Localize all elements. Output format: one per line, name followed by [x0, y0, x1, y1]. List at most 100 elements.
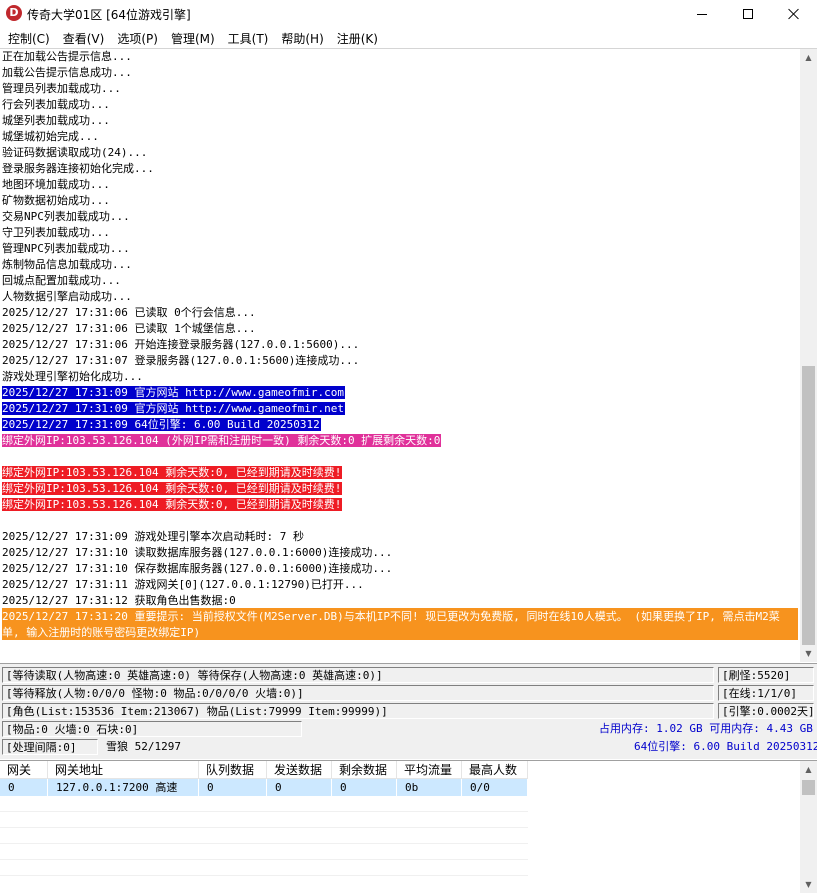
- scroll-up-icon[interactable]: ▲: [800, 761, 817, 778]
- col-gateway[interactable]: 网关: [0, 761, 48, 779]
- log-line: 绑定外网IP:103.53.126.104 (外网IP需和注册时一致) 剩余天数…: [2, 432, 798, 448]
- log-line: 2025/12/27 17:31:10 保存数据库服务器(127.0.0.1:6…: [2, 560, 798, 576]
- col-sent-data[interactable]: 发送数据: [267, 761, 332, 779]
- status-engine-time: [引擎:0.0002天]: [718, 703, 815, 719]
- log-line: 2025/12/27 17:31:11 游戏网关[0](127.0.0.1:12…: [2, 576, 798, 592]
- log-line-text: 2025/12/27 17:31:09 游戏处理引擎本次启动耗时: 7 秒: [2, 530, 304, 543]
- log-line: 正在加载公告提示信息...: [2, 49, 798, 64]
- log-line-text: 游戏处理引擎初始化成功...: [2, 370, 143, 383]
- menu-help[interactable]: 帮助(H): [281, 28, 323, 47]
- empty-grid-row: [0, 860, 528, 876]
- cell-gateway: 0: [0, 779, 48, 796]
- menu-manage[interactable]: 管理(M): [171, 28, 215, 47]
- log-line-text: 城堡列表加载成功...: [2, 114, 110, 127]
- log-line: 守卫列表加载成功...: [2, 224, 798, 240]
- log-line: 绑定外网IP:103.53.126.104 剩余天数:0, 已经到期请及时续费!: [2, 480, 798, 496]
- scroll-down-icon[interactable]: ▼: [800, 645, 817, 662]
- cell-sent-data: 0: [267, 779, 332, 796]
- log-line-text: 绑定外网IP:103.53.126.104 剩余天数:0, 已经到期请及时续费!: [2, 482, 343, 495]
- log-line: 2025/12/27 17:31:09 官方网站 http://www.game…: [2, 400, 798, 416]
- scrollbar-thumb[interactable]: [802, 366, 815, 645]
- log-line: 2025/12/27 17:31:06 已读取 1个城堡信息...: [2, 320, 798, 336]
- status-refresh-monster: [刷怪:5520]: [718, 667, 814, 683]
- menu-view[interactable]: 查看(V): [63, 28, 105, 47]
- cell-remaining-data: 0: [332, 779, 397, 796]
- log-line: 2025/12/27 17:31:09 游戏处理引擎本次启动耗时: 7 秒: [2, 528, 798, 544]
- log-line-text: 交易NPC列表加载成功...: [2, 210, 130, 223]
- log-line-text: 2025/12/27 17:31:06 已读取 1个城堡信息...: [2, 322, 256, 335]
- log-line-text: 加载公告提示信息成功...: [2, 66, 132, 79]
- window-title: 传奇大学01区 [64位游戏引擎]: [27, 8, 191, 22]
- log-line-text: 2025/12/27 17:31:07 登录服务器(127.0.0.1:5600…: [2, 354, 360, 367]
- log-line-text: 行会列表加载成功...: [2, 98, 110, 111]
- log-panel[interactable]: 正在加载公告提示信息... 加载公告提示信息成功... 管理员列表加载成功... 行会…: [0, 48, 817, 662]
- status-engine-version: 64位引擎: 6.00 Build 20250312: [634, 740, 817, 753]
- maximize-button[interactable]: [725, 0, 771, 28]
- log-line-text: 登录服务器连接初始化完成...: [2, 162, 154, 175]
- log-line-text: 管理员列表加载成功...: [2, 82, 121, 95]
- menu-control[interactable]: 控制(C): [8, 28, 50, 47]
- maximize-icon: [743, 9, 753, 19]
- menu-register[interactable]: 注册(K): [337, 28, 378, 47]
- gateway-scrollbar[interactable]: ▲ ▼: [800, 761, 817, 893]
- log-line: [2, 448, 798, 464]
- cell-queue-data: 0: [199, 779, 267, 796]
- table-row[interactable]: 0 127.0.0.1:7200 高速 0 0 0 0b 0/0: [0, 779, 528, 796]
- log-line-text: 2025/12/27 17:31:06 已读取 0个行会信息...: [2, 306, 256, 319]
- cell-avg-traffic: 0b: [397, 779, 462, 796]
- minimize-icon: [697, 13, 707, 15]
- log-line-text: [2, 512, 3, 525]
- scrollbar-thumb[interactable]: [802, 780, 815, 795]
- log-line: 游戏处理引擎初始化成功...: [2, 368, 798, 384]
- log-line-text: 2025/12/27 17:31:10 读取数据库服务器(127.0.0.1:6…: [2, 546, 393, 559]
- empty-grid-row: [0, 844, 528, 860]
- log-line: 加载公告提示信息成功...: [2, 64, 798, 80]
- log-line: 人物数据引擎启动成功...: [2, 288, 798, 304]
- log-lines: 正在加载公告提示信息... 加载公告提示信息成功... 管理员列表加载成功... 行会…: [2, 49, 798, 640]
- gateway-table-header: 网关 网关地址 队列数据 发送数据 剩余数据 平均流量 最高人数: [0, 761, 528, 779]
- log-line: 2025/12/27 17:31:06 已读取 0个行会信息...: [2, 304, 798, 320]
- menu-tools[interactable]: 工具(T): [228, 28, 269, 47]
- log-line: 2025/12/27 17:31:10 读取数据库服务器(127.0.0.1:6…: [2, 544, 798, 560]
- log-line-text: 2025/12/27 17:31:10 保存数据库服务器(127.0.0.1:6…: [2, 562, 393, 575]
- log-line-text: 2025/12/27 17:31:09 64位引擎: 6.00 Build 20…: [2, 418, 321, 431]
- col-remaining-data[interactable]: 剩余数据: [332, 761, 397, 779]
- log-line: 矿物数据初始成功...: [2, 192, 798, 208]
- log-line-text: 炼制物品信息加载成功...: [2, 258, 132, 271]
- log-line-text: 2025/12/27 17:31:12 获取角色出售数据:0: [2, 594, 236, 607]
- log-scrollbar[interactable]: ▲ ▼: [800, 49, 817, 662]
- scroll-down-icon[interactable]: ▼: [800, 876, 817, 893]
- log-line-text: 城堡城初始完成...: [2, 130, 99, 143]
- gateway-table[interactable]: 网关 网关地址 队列数据 发送数据 剩余数据 平均流量 最高人数 0 127.0…: [0, 760, 817, 893]
- log-line: 交易NPC列表加载成功...: [2, 208, 798, 224]
- log-line-text: 2025/12/27 17:31:06 开始连接登录服务器(127.0.0.1:…: [2, 338, 360, 351]
- log-line: 2025/12/27 17:31:12 获取角色出售数据:0: [2, 592, 798, 608]
- log-line-text: 2025/12/27 17:31:11 游戏网关[0](127.0.0.1:12…: [2, 578, 364, 591]
- scroll-up-icon[interactable]: ▲: [800, 49, 817, 66]
- status-read-save: [等待读取(人物高速:0 英雄高速:0) 等待保存(人物高速:0 英雄高速:0)…: [2, 667, 714, 683]
- menu-options[interactable]: 选项(P): [117, 28, 158, 47]
- log-line-text: 验证码数据读取成功(24)...: [2, 146, 148, 159]
- minimize-button[interactable]: [679, 0, 725, 28]
- log-line-text: 绑定外网IP:103.53.126.104 剩余天数:0, 已经到期请及时续费!: [2, 466, 343, 479]
- close-icon: [788, 8, 800, 20]
- status-monster-info: 雪狼 52/1297: [106, 740, 181, 753]
- close-button[interactable]: [771, 0, 817, 28]
- log-line: 炼制物品信息加载成功...: [2, 256, 798, 272]
- col-avg-traffic[interactable]: 平均流量: [397, 761, 462, 779]
- status-panel: [等待读取(人物高速:0 英雄高速:0) 等待保存(人物高速:0 英雄高速:0)…: [0, 663, 817, 759]
- col-max-users[interactable]: 最高人数: [462, 761, 528, 779]
- log-line: 绑定外网IP:103.53.126.104 剩余天数:0, 已经到期请及时续费!: [2, 496, 798, 512]
- log-line-text: 地图环境加载成功...: [2, 178, 110, 191]
- log-line: 管理员列表加载成功...: [2, 80, 798, 96]
- log-line-text: 矿物数据初始成功...: [2, 194, 110, 207]
- log-line-text: 绑定外网IP:103.53.126.104 (外网IP需和注册时一致) 剩余天数…: [2, 434, 442, 447]
- log-line-text: 管理NPC列表加载成功...: [2, 242, 130, 255]
- col-queue-data[interactable]: 队列数据: [199, 761, 267, 779]
- log-line-text: [2, 448, 3, 461]
- col-gateway-address[interactable]: 网关地址: [48, 761, 199, 779]
- app-logo-icon: D: [6, 5, 22, 21]
- notice-line-2: 单, 输入注册时的账号密码更改绑定IP): [2, 626, 201, 639]
- log-line: 行会列表加载成功...: [2, 96, 798, 112]
- status-online: [在线:1/1/0]: [718, 685, 814, 701]
